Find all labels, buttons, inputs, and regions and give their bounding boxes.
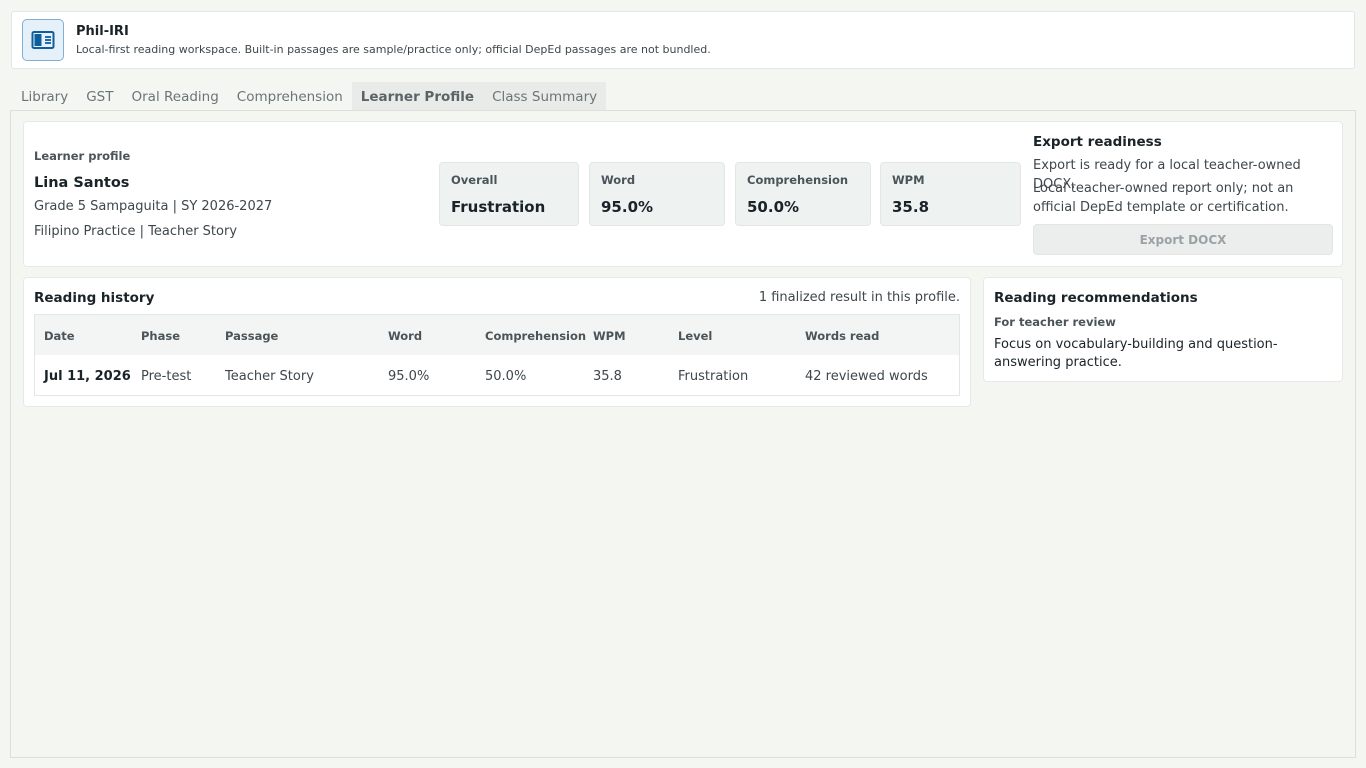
- tab-class-summary[interactable]: Class Summary: [483, 82, 607, 111]
- learner-profile-card: Learner profile Lina Santos Grade 5 Samp…: [23, 121, 1343, 267]
- stat-wpm: WPM 35.8: [880, 162, 1021, 226]
- cell-passage: Teacher Story: [225, 369, 314, 384]
- stat-label: Comprehension: [747, 173, 849, 187]
- app-subtitle: Local-first reading workspace. Built-in …: [76, 43, 711, 56]
- learner-name: Lina Santos: [34, 175, 130, 191]
- tab-gst[interactable]: GST: [77, 82, 122, 111]
- stat-value: Frustration: [451, 198, 546, 216]
- cell-words-read: 42 reviewed words: [805, 369, 928, 384]
- cell-comprehension: 50.0%: [485, 369, 527, 384]
- column-header-word: Word: [388, 329, 423, 343]
- table-row: Jul 11, 2026 Pre-test Teacher Story 95.0…: [35, 355, 959, 396]
- tab-oral-reading[interactable]: Oral Reading: [123, 82, 228, 111]
- tab-learner-profile[interactable]: Learner Profile: [351, 82, 484, 111]
- cell-wpm: 35.8: [593, 369, 622, 384]
- stat-comprehension: Comprehension 50.0%: [735, 162, 871, 226]
- reading-history-title: Reading history: [34, 290, 155, 306]
- recommendations-subtitle: For teacher review: [994, 315, 1116, 329]
- reading-history-table: Date Phase Passage Word Comprehension WP…: [34, 314, 960, 396]
- column-header-date: Date: [44, 329, 75, 343]
- learner-passage: Filipino Practice | Teacher Story: [34, 224, 238, 239]
- app-header: Phil-IRI Local-first reading workspace. …: [11, 11, 1355, 69]
- table-header: Date Phase Passage Word Comprehension WP…: [35, 315, 959, 355]
- reading-history-card: Reading history 1 finalized result in th…: [23, 277, 971, 407]
- learner-class: Grade 5 Sampaguita | SY 2026-2027: [34, 199, 273, 214]
- book-reader-icon: [22, 19, 64, 61]
- cell-word: 95.0%: [388, 369, 430, 384]
- stat-value: 50.0%: [747, 198, 800, 216]
- column-header-phase: Phase: [141, 329, 181, 343]
- export-title: Export readiness: [1033, 134, 1162, 150]
- stat-label: WPM: [892, 173, 925, 187]
- column-header-level: Level: [678, 329, 713, 343]
- learner-profile-panel: Learner profile Lina Santos Grade 5 Samp…: [10, 110, 1356, 758]
- cell-date: Jul 11, 2026: [44, 369, 131, 384]
- cell-phase: Pre-test: [141, 369, 192, 384]
- column-header-wpm: WPM: [593, 329, 626, 343]
- reading-recommendations-card: Reading recommendations For teacher revi…: [983, 277, 1343, 382]
- column-header-comprehension: Comprehension: [485, 329, 587, 343]
- app-title: Phil-IRI: [76, 24, 129, 39]
- export-note: Local teacher-owned report only; not an …: [1033, 181, 1294, 215]
- stat-overall: Overall Frustration: [439, 162, 579, 226]
- stat-label: Word: [601, 173, 636, 187]
- column-header-words-read: Words read: [805, 329, 880, 343]
- stat-value: 95.0%: [601, 198, 654, 216]
- profile-eyebrow: Learner profile: [34, 149, 131, 163]
- tab-library[interactable]: Library: [11, 82, 77, 111]
- stat-label: Overall: [451, 173, 498, 187]
- stat-word: Word 95.0%: [589, 162, 725, 226]
- stat-value: 35.8: [892, 198, 930, 216]
- column-header-passage: Passage: [225, 329, 279, 343]
- export-docx-button[interactable]: Export DOCX: [1033, 224, 1333, 255]
- cell-level: Frustration: [678, 369, 749, 384]
- history-count: 1 finalized result in this profile.: [758, 290, 960, 305]
- main-tabs: Library GST Oral Reading Comprehension L…: [11, 82, 607, 111]
- recommendations-title: Reading recommendations: [994, 290, 1198, 306]
- recommendation-text: Focus on vocabulary-building and questio…: [994, 337, 1278, 370]
- tab-comprehension[interactable]: Comprehension: [228, 82, 352, 111]
